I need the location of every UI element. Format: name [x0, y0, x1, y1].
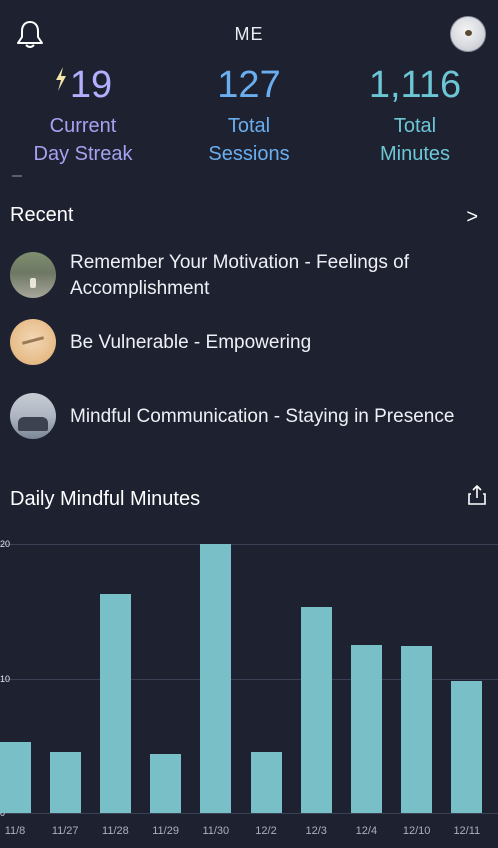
sessions-label: Total Sessions — [166, 112, 332, 168]
minutes-value: 1,116 — [368, 64, 462, 106]
x-tick-label: 12/11 — [453, 825, 481, 837]
chart-bar[interactable] — [451, 681, 483, 813]
minutes-label: Total Minutes — [332, 112, 498, 168]
y-tick-label: 10 — [0, 673, 11, 684]
session-thumbnail — [10, 252, 56, 298]
x-tick-label: 12/3 — [305, 825, 327, 837]
recent-header[interactable]: Recent > — [10, 204, 488, 234]
gridline — [0, 544, 498, 545]
sessions-stat: 127 Total Sessions — [166, 62, 332, 168]
recent-item-label: Mindful Communication - Staying in Prese… — [70, 406, 455, 427]
chart-bar[interactable] — [350, 644, 382, 813]
session-thumbnail — [10, 393, 56, 439]
gridline — [0, 813, 498, 814]
minutes-stat: 1,116 Total Minutes — [332, 62, 498, 168]
streak-stat: 19 Current Day Streak — [0, 62, 166, 177]
x-tick-label: 12/4 — [355, 825, 378, 837]
chart-bar[interactable] — [401, 646, 433, 813]
share-icon[interactable] — [468, 485, 486, 505]
x-tick-label: 11/8 — [4, 825, 26, 837]
chart-bar[interactable] — [0, 741, 31, 813]
streak-label: Current Day Streak — [0, 112, 166, 168]
chevron-right-icon[interactable]: > — [466, 206, 478, 229]
x-tick-label: 12/10 — [402, 825, 431, 837]
daily-header: Daily Mindful Minutes — [10, 488, 488, 518]
chart-title: Daily Mindful Minutes — [10, 488, 201, 510]
recent-item-label: Remember Your Motivation - Feelings of A… — [70, 252, 409, 299]
chart-bar[interactable] — [49, 752, 81, 813]
minutes-label-line1: Total — [393, 115, 437, 137]
x-tick-label: 12/2 — [255, 825, 277, 837]
minutes-label-line2: Minutes — [379, 143, 451, 165]
streak-value-wrap: 19 — [0, 62, 166, 108]
session-thumbnail — [10, 319, 56, 365]
sessions-value: 127 — [217, 64, 281, 106]
recent-item-label: Be Vulnerable - Empowering — [70, 332, 312, 353]
chart-bar[interactable] — [250, 752, 282, 813]
divider — [12, 175, 22, 177]
sessions-label-line2: Sessions — [208, 143, 290, 165]
recent-item[interactable]: Be Vulnerable - Empowering — [10, 319, 488, 369]
avatar[interactable] — [450, 16, 486, 52]
streak-value: 19 — [69, 64, 113, 106]
lightning-icon — [55, 67, 66, 91]
chart-bar[interactable] — [300, 607, 332, 813]
recent-item[interactable]: Mindful Communication - Staying in Prese… — [10, 393, 488, 443]
x-tick-label: 11/27 — [51, 825, 79, 837]
x-tick-label: 11/28 — [102, 825, 129, 837]
x-tick-label: 11/29 — [152, 825, 179, 837]
y-tick-label: 20 — [0, 539, 11, 549]
sessions-label-line1: Total — [227, 115, 271, 137]
recent-title: Recent — [10, 204, 74, 226]
chart-bar[interactable] — [99, 593, 131, 813]
stats-row: 19 Current Day Streak 127 Total Sessions… — [0, 62, 498, 182]
streak-label-line1: Current — [49, 115, 117, 137]
daily-minutes-chart: 0 10 20 11/8 11/27 11/28 11/29 11/30 12/2 12/3 12/… — [0, 530, 498, 848]
x-tick-label: 11/30 — [202, 825, 230, 837]
top-bar: ME — [0, 0, 498, 62]
avatar-image — [465, 30, 472, 36]
chart-bar[interactable] — [150, 753, 182, 813]
recent-item[interactable]: Remember Your Motivation - Feelings of A… — [10, 250, 488, 304]
streak-label-line2: Day Streak — [33, 143, 133, 165]
chart-bar[interactable] — [200, 544, 232, 813]
page-title: ME — [234, 24, 264, 44]
